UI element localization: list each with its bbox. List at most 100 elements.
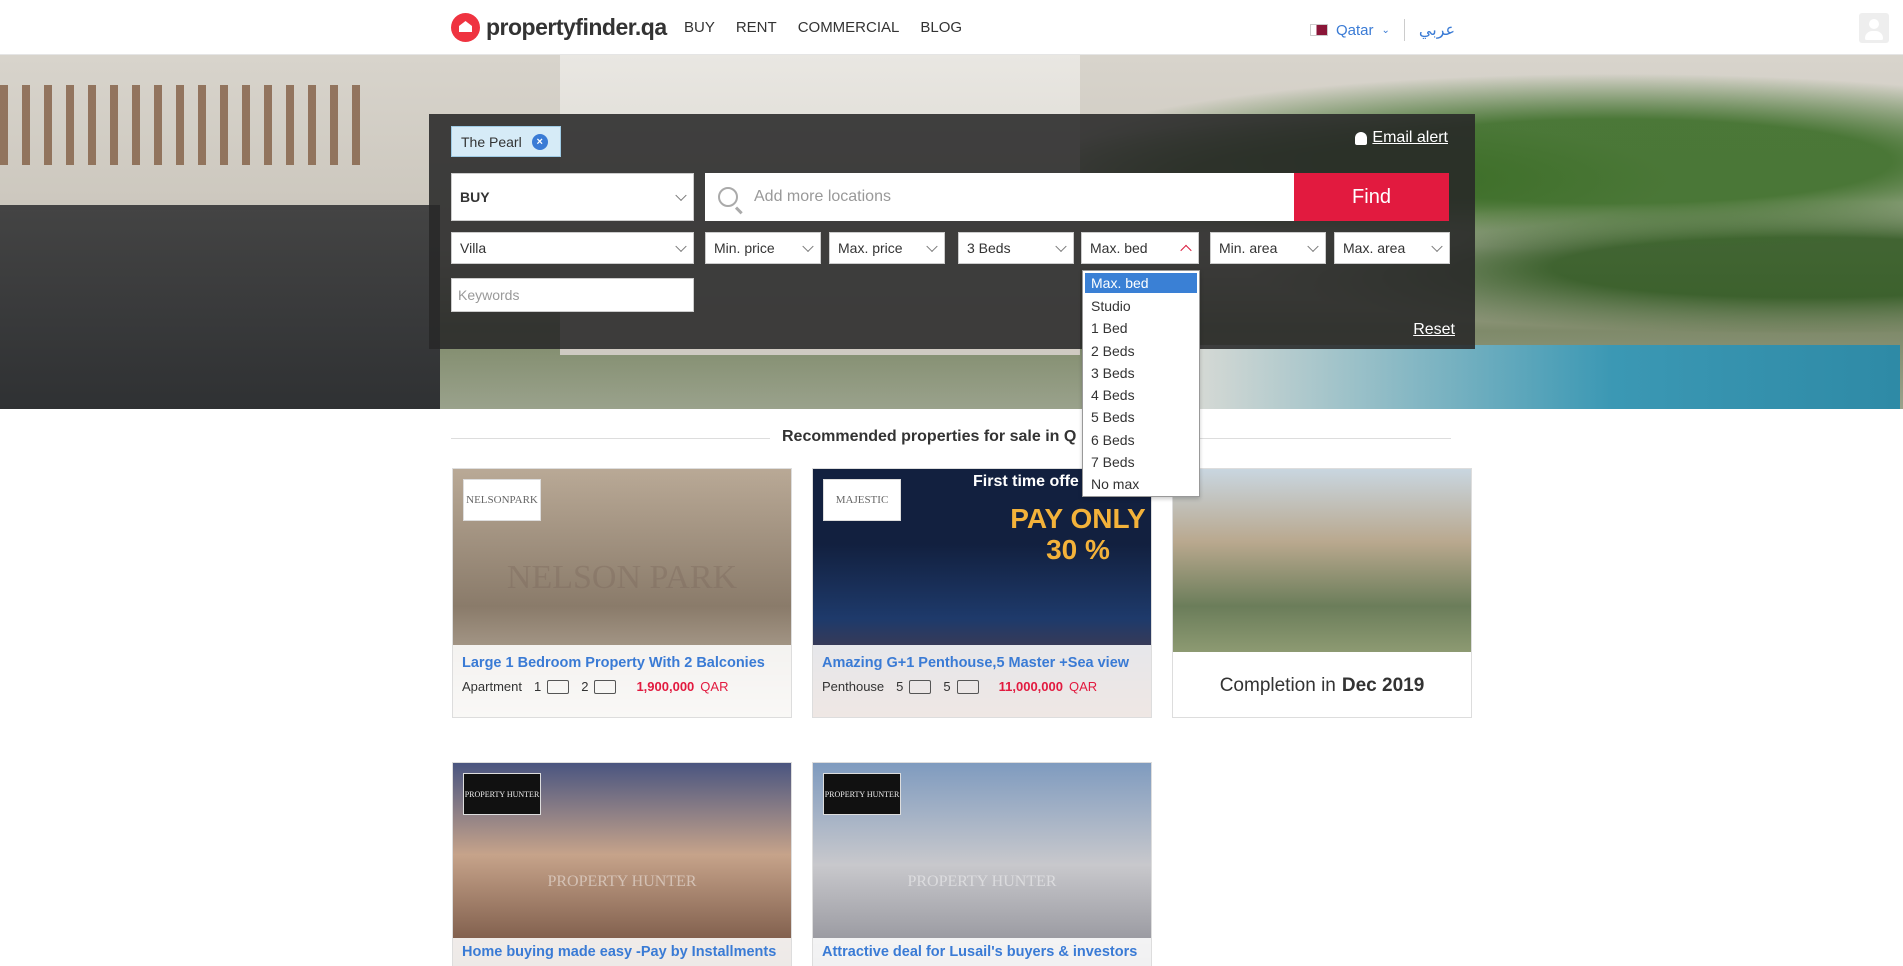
location-chip-label: The Pearl	[461, 133, 522, 150]
nav-commercial[interactable]: COMMERCIAL	[798, 19, 900, 36]
property-price: 1,900,000	[636, 679, 695, 694]
recommended-heading: Recommended properties for sale in Q	[770, 428, 1089, 446]
property-type: Apartment	[462, 679, 522, 694]
max-bed-option[interactable]: 4 Beds	[1083, 384, 1199, 406]
card-info: Attractive deal for Lusail's buyers & in…	[813, 938, 1151, 966]
user-icon-body	[1865, 31, 1883, 40]
max-price-value: Max. price	[838, 240, 903, 256]
country-label: Qatar	[1336, 21, 1374, 39]
property-type: Penthouse	[822, 679, 885, 694]
email-alert-label: Email alert	[1372, 129, 1448, 146]
image-watermark: PROPERTY HUNTER	[907, 873, 1057, 890]
max-bed-option[interactable]: 2 Beds	[1083, 340, 1199, 362]
qatar-flag-icon	[1310, 24, 1328, 36]
min-area-select[interactable]: Min. area	[1210, 232, 1326, 264]
language-switch[interactable]: عربي	[1419, 20, 1455, 40]
logo-icon	[451, 13, 480, 42]
property-card[interactable]: PROPERTY HUNTER PROPERTY HUNTER Home buy…	[452, 762, 792, 966]
location-search[interactable]: Add more locations	[705, 173, 1294, 221]
chevron-down-icon	[675, 240, 687, 253]
max-bed-option[interactable]: 1 Bed	[1083, 317, 1199, 339]
property-card[interactable]: First time offe PAY ONLY 30 % MAJESTIC A…	[812, 468, 1152, 718]
search-icon	[718, 187, 738, 207]
chevron-down-icon	[675, 189, 687, 202]
max-bed-option[interactable]: Max. bed	[1085, 273, 1197, 293]
top-header: propertyfinder.qa BUY RENT COMMERCIAL BL…	[0, 0, 1903, 55]
user-icon	[1869, 19, 1879, 29]
user-account-button[interactable]	[1859, 13, 1889, 43]
chevron-down-icon	[1055, 240, 1067, 253]
agency-logo: PROPERTY HUNTER	[823, 773, 901, 815]
max-bed-option[interactable]: 6 Beds	[1083, 429, 1199, 451]
purpose-select[interactable]: BUY	[451, 173, 694, 221]
image-watermark: PROPERTY HUNTER	[547, 873, 697, 890]
purpose-value: BUY	[460, 189, 490, 205]
close-icon[interactable]: ×	[531, 133, 548, 150]
project-card[interactable]: Completion in Dec 2019	[1172, 468, 1472, 718]
max-area-value: Max. area	[1343, 240, 1406, 256]
chevron-down-icon: ⌄	[1381, 24, 1390, 36]
card-info: Large 1 Bedroom Property With 2 Balconie…	[453, 645, 791, 717]
bed-count: 5	[896, 679, 904, 694]
hero-slats	[0, 85, 360, 165]
agency-logo: NELSONPARK	[463, 479, 541, 521]
property-card[interactable]: NELSONPARK NELSON PARK Large 1 Bedroom P…	[452, 468, 792, 718]
property-title[interactable]: Amazing G+1 Penthouse,5 Master +Sea view	[822, 655, 1142, 671]
hero-wall	[0, 205, 440, 409]
agency-logo: MAJESTIC	[823, 479, 901, 521]
property-title[interactable]: Home buying made easy -Pay by Installmen…	[462, 944, 782, 960]
find-button[interactable]: Find	[1294, 173, 1449, 221]
price-currency: QAR	[1069, 679, 1098, 694]
search-panel: The Pearl × Email alert BUY Add more loc…	[429, 114, 1475, 349]
property-meta: Penthouse 5 5 11,000,000 QAR	[822, 679, 1142, 694]
chevron-up-icon	[1180, 244, 1192, 257]
keywords-input[interactable]: Keywords	[451, 278, 694, 312]
project-image	[1173, 469, 1471, 652]
email-alert-link[interactable]: Email alert	[1355, 129, 1448, 147]
max-bed-option[interactable]: No max	[1083, 473, 1199, 495]
min-price-select[interactable]: Min. price	[705, 232, 821, 264]
location-chip[interactable]: The Pearl ×	[451, 126, 561, 157]
property-card[interactable]: PROPERTY HUNTER PROPERTY HUNTER Attracti…	[812, 762, 1152, 966]
promo-offer-text: First time offe	[973, 473, 1079, 490]
max-bed-option[interactable]: Studio	[1083, 295, 1199, 317]
bath-icon	[594, 679, 617, 694]
max-area-select[interactable]: Max. area	[1334, 232, 1450, 264]
bath-icon	[956, 679, 979, 694]
location-search-input[interactable]: Add more locations	[754, 188, 891, 206]
max-bed-select[interactable]: Max. bed	[1081, 232, 1199, 264]
max-bed-option[interactable]: 7 Beds	[1083, 451, 1199, 473]
property-type-select[interactable]: Villa	[451, 232, 694, 264]
nav-blog[interactable]: BLOG	[920, 19, 962, 36]
promo-text: PAY ONLY 30 %	[1010, 503, 1146, 565]
max-bed-option[interactable]: 5 Beds	[1083, 406, 1199, 428]
country-selector[interactable]: Qatar ⌄ عربي	[1310, 19, 1455, 41]
agency-logo: PROPERTY HUNTER	[463, 773, 541, 815]
bed-icon	[909, 679, 932, 694]
chevron-down-icon	[1307, 240, 1319, 253]
max-price-select[interactable]: Max. price	[829, 232, 945, 264]
header-divider	[1403, 19, 1405, 41]
hero-pool	[1180, 345, 1900, 409]
nav-rent[interactable]: RENT	[736, 19, 777, 36]
bath-count: 2	[581, 679, 589, 694]
max-bed-value: Max. bed	[1090, 240, 1148, 256]
site-logo[interactable]: propertyfinder.qa	[451, 13, 667, 42]
property-title[interactable]: Large 1 Bedroom Property With 2 Balconie…	[462, 655, 782, 671]
card-info: Home buying made easy -Pay by Installmen…	[453, 938, 791, 966]
card-info: Amazing G+1 Penthouse,5 Master +Sea view…	[813, 645, 1151, 717]
bed-count: 1	[533, 679, 542, 694]
completion-label: Completion in Dec 2019	[1173, 652, 1471, 717]
property-type-value: Villa	[460, 240, 487, 256]
min-bed-select[interactable]: 3 Beds	[958, 232, 1074, 264]
min-bed-value: 3 Beds	[967, 240, 1011, 256]
nav-buy[interactable]: BUY	[684, 19, 715, 36]
property-title[interactable]: Attractive deal for Lusail's buyers & in…	[822, 944, 1142, 960]
completion-prefix: Completion in	[1219, 674, 1336, 696]
min-area-value: Min. area	[1219, 240, 1278, 256]
max-bed-option[interactable]: 3 Beds	[1083, 362, 1199, 384]
reset-link[interactable]: Reset	[1413, 321, 1455, 339]
chevron-down-icon	[802, 240, 814, 253]
bell-icon	[1355, 131, 1368, 145]
property-price: 11,000,000	[998, 679, 1063, 694]
